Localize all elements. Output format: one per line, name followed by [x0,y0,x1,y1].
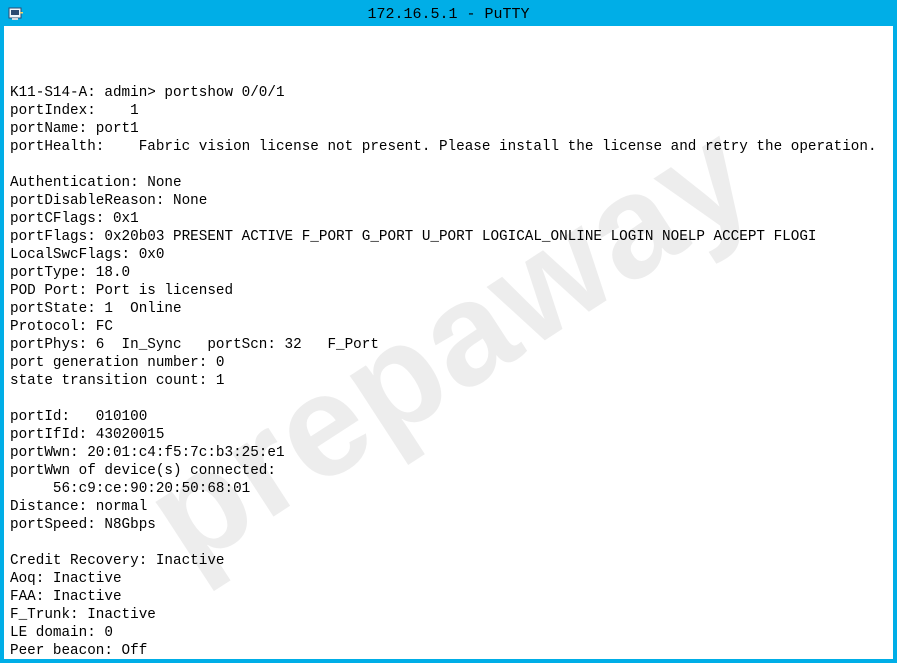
titlebar[interactable]: 172.16.5.1 - PuTTY [4,4,893,26]
terminal-line: Aoq: Inactive [10,570,885,588]
terminal-line: portName: port1 [10,120,885,138]
terminal-line: portSpeed: N8Gbps [10,516,885,534]
terminal-line: portIfId: 43020015 [10,426,885,444]
terminal-line: LocalSwcFlags: 0x0 [10,246,885,264]
terminal-line: F_Trunk: Inactive [10,606,885,624]
terminal-line: K11-S14-A: admin> portshow 0/0/1 [10,84,885,102]
terminal-line: state transition count: 1 [10,372,885,390]
terminal-line: port generation number: 0 [10,354,885,372]
window-title: 172.16.5.1 - PuTTY [367,6,529,23]
terminal-line: Peer beacon: Off [10,642,885,659]
terminal-line [10,390,885,408]
terminal-output: K11-S14-A: admin> portshow 0/0/1portInde… [10,84,885,659]
terminal-line: LE domain: 0 [10,624,885,642]
terminal-line [10,534,885,552]
terminal-line: 56:c9:ce:90:20:50:68:01 [10,480,885,498]
terminal-line: portId: 010100 [10,408,885,426]
terminal-line: Credit Recovery: Inactive [10,552,885,570]
terminal-line: portIndex: 1 [10,102,885,120]
terminal-line: portPhys: 6 In_Sync portScn: 32 F_Port [10,336,885,354]
terminal-line: portWwn: 20:01:c4:f5:7c:b3:25:e1 [10,444,885,462]
terminal-line: portCFlags: 0x1 [10,210,885,228]
terminal-line: portType: 18.0 [10,264,885,282]
putty-icon [8,6,24,22]
terminal-line: FAA: Inactive [10,588,885,606]
terminal-line: POD Port: Port is licensed [10,282,885,300]
terminal-line: portDisableReason: None [10,192,885,210]
terminal-line: portHealth: Fabric vision license not pr… [10,138,885,156]
terminal-line: portState: 1 Online [10,300,885,318]
terminal-line: Authentication: None [10,174,885,192]
terminal-area[interactable]: prepaway K11-S14-A: admin> portshow 0/0/… [4,26,893,659]
terminal-line [10,156,885,174]
terminal-line: portWwn of device(s) connected: [10,462,885,480]
terminal-line: portFlags: 0x20b03 PRESENT ACTIVE F_PORT… [10,228,885,246]
terminal-line: Distance: normal [10,498,885,516]
terminal-line: Protocol: FC [10,318,885,336]
putty-window: 172.16.5.1 - PuTTY prepaway K11-S14-A: a… [0,0,897,663]
